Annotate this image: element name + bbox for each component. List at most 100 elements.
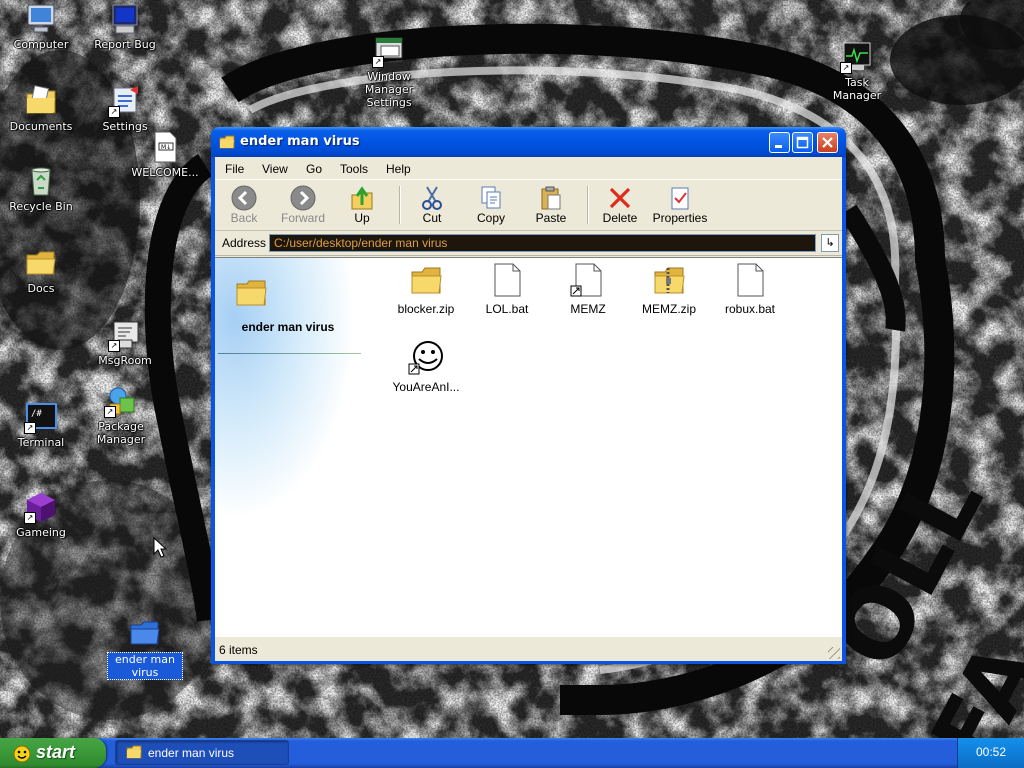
file-name: MEMZ.zip bbox=[642, 302, 696, 316]
file-name: MEMZ bbox=[570, 302, 606, 316]
file-item[interactable]: YouAreAnI... bbox=[390, 340, 462, 394]
up-button[interactable]: Up bbox=[333, 183, 391, 227]
start-label: start bbox=[36, 742, 76, 762]
shortcut-arrow-icon: ↗ bbox=[840, 62, 852, 74]
desktop-icon-label: ender man virus bbox=[107, 652, 183, 680]
menu-file[interactable]: File bbox=[225, 162, 244, 176]
desktop-icon-label: Package Manager bbox=[96, 420, 146, 446]
bug-report-icon bbox=[108, 2, 142, 36]
menu-view[interactable]: View bbox=[262, 162, 288, 176]
taskbar-window-button[interactable]: ender man virus bbox=[115, 740, 289, 765]
copy-button[interactable]: Copy bbox=[462, 183, 520, 227]
forward-label: Forward bbox=[280, 211, 325, 225]
menu-bar: File View Go Tools Help bbox=[215, 157, 842, 180]
file-item[interactable]: LOL.bat bbox=[471, 262, 543, 316]
delete-button[interactable]: Delete bbox=[591, 183, 649, 227]
file-item[interactable]: robux.bat bbox=[714, 262, 786, 316]
maximize-button[interactable] bbox=[792, 132, 813, 153]
file-name: YouAreAnI... bbox=[392, 380, 460, 394]
copy-label: Copy bbox=[476, 211, 505, 225]
address-label: Address bbox=[222, 236, 267, 250]
properties-button[interactable]: Properties bbox=[651, 183, 709, 227]
back-button[interactable]: Back bbox=[215, 183, 273, 227]
desktop-icon-terminal[interactable]: /# ↗ Terminal bbox=[2, 400, 80, 449]
window-titlebar[interactable]: ender man virus bbox=[211, 127, 846, 157]
address-input[interactable]: C:/user/desktop/ender man virus bbox=[269, 234, 816, 252]
folder-icon bbox=[408, 262, 444, 298]
folder-icon bbox=[219, 135, 235, 152]
desktop-icon-package-manager[interactable]: ↗ Package Manager bbox=[82, 384, 160, 446]
desktop-icon-label: Report Bug bbox=[94, 38, 156, 51]
item-count: 6 items bbox=[219, 643, 258, 657]
minimize-icon bbox=[775, 145, 782, 148]
shortcut-arrow-icon: ↗ bbox=[24, 422, 36, 434]
shortcut-arrow-icon: ↗ bbox=[24, 512, 36, 524]
close-icon bbox=[822, 137, 833, 148]
desktop-icon-window-manager-settings[interactable]: ↗ Window Manager Settings bbox=[350, 34, 428, 109]
desktop-icon-documents[interactable]: Documents bbox=[2, 84, 80, 133]
back-label: Back bbox=[230, 211, 258, 225]
settings-icon: ↗ bbox=[108, 84, 142, 118]
svg-text:/#: /# bbox=[31, 409, 42, 419]
clipboard-icon bbox=[541, 186, 561, 210]
taskbar-window-label: ender man virus bbox=[148, 746, 235, 760]
toolbar-separator bbox=[587, 186, 589, 224]
file-item[interactable]: MEMZ bbox=[552, 262, 624, 316]
file-item[interactable]: MEMZ.zip bbox=[633, 262, 705, 316]
desktop-icon-label: Task Manager bbox=[832, 76, 882, 102]
shortcut-arrow-icon: ↗ bbox=[104, 406, 116, 418]
desktop-icon-label: Recycle Bin bbox=[9, 200, 73, 213]
desktop-icon-label: Docs bbox=[27, 282, 55, 295]
desktop-icon-label: Gameing bbox=[16, 526, 66, 539]
window-title: ender man virus bbox=[240, 134, 360, 149]
paste-button[interactable]: Paste bbox=[522, 183, 580, 227]
properties-label: Properties bbox=[652, 211, 708, 225]
desktop-icon-report-bug[interactable]: Report Bug bbox=[86, 2, 164, 51]
document-shortcut-icon bbox=[570, 262, 606, 298]
menu-tools[interactable]: Tools bbox=[340, 162, 368, 176]
computer-icon bbox=[24, 2, 58, 36]
desktop-icon-settings[interactable]: ↗ Settings bbox=[86, 84, 164, 133]
explorer-window[interactable]: ender man virus File View Go Tools Help … bbox=[211, 127, 846, 664]
desktop-icon-gameing[interactable]: ↗ Gameing bbox=[2, 490, 80, 539]
cut-button[interactable]: Cut bbox=[403, 183, 461, 227]
taskbar: start ender man virus 00:52 bbox=[0, 738, 1024, 768]
go-arrow-icon: ↳ bbox=[825, 236, 835, 249]
up-folder-icon bbox=[351, 186, 373, 210]
address-bar: Address C:/user/desktop/ender man virus … bbox=[215, 231, 842, 256]
task-pane: ender man virus bbox=[215, 258, 361, 637]
desktop-icon-welcome[interactable]: M↓ WELCOME... bbox=[126, 130, 204, 179]
forward-arrow-icon bbox=[290, 185, 316, 211]
up-label: Up bbox=[354, 211, 370, 225]
status-bar: 6 items bbox=[215, 636, 842, 661]
close-button[interactable] bbox=[817, 132, 838, 153]
resize-grip-icon[interactable] bbox=[828, 647, 840, 659]
window-manager-icon: ↗ bbox=[372, 34, 406, 68]
file-name: robux.bat bbox=[724, 302, 776, 316]
desktop-icon-task-manager[interactable]: ↗ Task Manager bbox=[818, 40, 896, 102]
svg-text:M↓: M↓ bbox=[161, 144, 171, 151]
menu-help[interactable]: Help bbox=[386, 162, 411, 176]
toolbar: Back Forward Up Cut Copy Paste Delete Pr… bbox=[215, 180, 842, 231]
start-button[interactable]: start bbox=[0, 738, 106, 768]
forward-button[interactable]: Forward bbox=[274, 183, 332, 227]
minimize-button[interactable] bbox=[769, 132, 790, 153]
desktop-icon-label: Terminal bbox=[17, 436, 65, 449]
desktop-icon-docs[interactable]: Docs bbox=[2, 246, 80, 295]
desktop-icon-ender-man-virus[interactable]: ender man virus bbox=[106, 616, 184, 680]
go-button[interactable]: ↳ bbox=[821, 234, 839, 252]
desktop-icon-recycle-bin[interactable]: Recycle Bin bbox=[2, 164, 80, 213]
properties-icon bbox=[671, 187, 689, 210]
mouse-cursor-icon bbox=[153, 537, 167, 558]
purple-cube-icon: ↗ bbox=[24, 490, 58, 524]
menu-go[interactable]: Go bbox=[306, 162, 322, 176]
clock[interactable]: 00:52 bbox=[958, 745, 1024, 759]
smiley-logo-icon bbox=[12, 744, 32, 767]
desktop-icon-computer[interactable]: Computer bbox=[2, 2, 80, 51]
delete-x-icon bbox=[609, 187, 631, 209]
shortcut-arrow-icon: ↗ bbox=[108, 340, 120, 352]
scissors-icon bbox=[422, 186, 442, 210]
chat-terminal-icon: ↗ bbox=[108, 318, 142, 352]
desktop-icon-msgroom[interactable]: ↗ MsgRoom bbox=[86, 318, 164, 367]
file-item[interactable]: blocker.zip bbox=[390, 262, 462, 316]
